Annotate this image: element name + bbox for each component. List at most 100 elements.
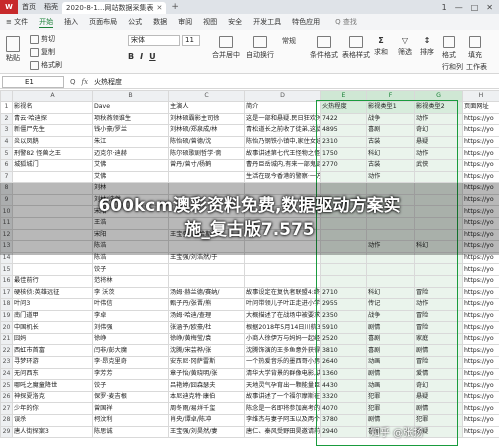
grid-cell[interactable] [414,170,463,184]
grid-cell[interactable]: 朱江 [92,135,169,149]
grid-cell[interactable]: 3320 [320,390,367,404]
grid-cell[interactable]: 2770 [320,158,367,172]
grid-cell[interactable] [320,263,367,276]
grid-cell[interactable]: https://yo [462,402,499,416]
grid-cell[interactable]: https://yo [462,124,499,137]
grid-cell[interactable]: https://yo [462,147,499,160]
grid-cell[interactable]: 悬疑 [414,390,463,404]
grid-cell[interactable]: 囧妈 [12,332,93,346]
grid-cell[interactable]: 2940 [320,425,367,439]
grid-cell[interactable]: 城狐城门 [12,158,93,172]
underline-button[interactable]: U [149,52,156,61]
grid-cell[interactable]: 爱情 [414,367,463,381]
row-header[interactable]: 20 [0,321,13,334]
grid-cell[interactable]: 奇幻 [414,379,463,392]
grid-cell[interactable]: 家庭 [414,332,463,346]
grid-cell[interactable]: 陈思诚 [92,425,169,439]
grid-cell[interactable]: 甄子丹/张晋/熊 [168,298,245,311]
grid-cell[interactable]: 动作 [414,112,463,126]
menu-item[interactable]: 安全 [228,17,242,27]
formula-input[interactable]: 火热程度 [94,77,122,87]
grid-cell[interactable]: 2955 [320,298,367,311]
new-tab-button[interactable]: + [166,2,184,12]
merge-center-button[interactable]: 合并居中 [212,36,240,60]
row-header[interactable]: 26 [0,390,13,404]
grid-cell[interactable]: 1360 [320,367,367,381]
grid-cell[interactable]: 本尼迪克特·康伯 [168,390,245,404]
grid-cell[interactable]: 项秋燕领谁生 [92,112,169,126]
format-button[interactable]: 格式 [442,36,456,60]
row-header[interactable]: 17 [0,286,13,300]
grid-cell[interactable]: 徐峥 [92,332,169,346]
grid-cell[interactable]: 冒险 [414,309,463,323]
menu-item[interactable]: 开发工具 [253,17,281,27]
row-header[interactable]: 4 [0,135,13,149]
grid-cell[interactable]: 4895 [320,124,367,137]
row-header[interactable]: 24 [0,367,13,381]
menu-item[interactable]: 数据 [153,17,167,27]
row-header[interactable]: 6 [0,158,13,172]
grid-cell[interactable]: 影视类型2 [414,101,463,114]
menu-item[interactable]: 页面布局 [89,17,117,27]
grid-cell[interactable]: https://yo [462,286,499,300]
grid-cell[interactable]: 保罗·麦吉根 [92,390,169,404]
grid-cell[interactable]: 喜剧 [366,332,415,346]
grid-cell[interactable]: 火热程度 [320,101,367,114]
grid-cell[interactable]: 影视名 [12,101,93,114]
column-header[interactable]: D [244,90,321,102]
grid-cell[interactable] [168,263,245,276]
grid-cell[interactable]: 范将林 [92,274,169,288]
filter-button[interactable]: ▽ 筛选 [398,36,412,57]
grid-cell[interactable]: 动作 [414,298,463,311]
grid-cell[interactable]: 4070 [320,402,367,416]
grid-cell[interactable] [366,274,415,288]
cut-button[interactable]: 剪切 [30,34,55,44]
grid-cell[interactable]: 叶问带领儿子叶正走进小学,并与张天 [244,298,321,311]
grid-cell[interactable]: 叶伟信 [92,298,169,311]
grid-cell[interactable]: 喜剧 [366,124,415,137]
grid-cell[interactable]: 陈怡乃钢铁小镇中,家住女娃生活,盛衰与 [244,135,321,149]
copy-button[interactable]: 复制 [30,47,55,57]
font-family-select[interactable]: 宋体 [128,35,180,46]
grid-cell[interactable]: https://yo [462,321,499,334]
row-header[interactable]: 15 [0,263,13,276]
grid-cell[interactable]: https://yo [462,332,499,346]
grid-cell[interactable]: 刘林硕/郑泉成/林 [168,124,245,137]
fill-button[interactable]: 填充 [468,36,482,60]
grid-cell[interactable]: https://yo [462,135,499,149]
column-header[interactable]: F [366,90,415,102]
close-window-button[interactable]: ✕ [486,3,493,12]
grid-cell[interactable]: 简介 [244,101,321,114]
column-header[interactable]: E [320,90,367,102]
grid-cell[interactable]: 王宝强/刘昊然/妻 [168,425,245,439]
menu-item[interactable]: 开始 [39,17,54,28]
grid-cell[interactable]: 3780 [320,414,367,427]
wrap-text-button[interactable]: 自动换行 [246,36,274,60]
grid-cell[interactable]: 章子怡/黄晓明/张 [168,367,245,381]
grid-cell[interactable] [320,274,367,288]
bold-button[interactable]: B [128,52,134,61]
grid-cell[interactable] [12,170,93,184]
grid-cell[interactable]: 青松道长之前收了徒弟,这徒儿资质极好, [244,124,321,137]
grid-cell[interactable]: 曹丹巨岳城内,有来一部鬼谜城妖,中国 [244,158,321,172]
row-header[interactable]: 19 [0,309,13,323]
grid-cell[interactable]: https://yo [462,309,499,323]
grid-cell[interactable]: 天地灵气孕育出一颗能量巨大的混元珠 [244,379,321,392]
grid-cell[interactable]: 西虹市首富 [12,344,93,358]
grid-cell[interactable]: 科幻 [366,286,415,300]
grid-cell[interactable]: 生活在现今香港的警察·一方 [244,170,321,184]
grid-cell[interactable]: 柯汶利 [92,414,169,427]
menu-item[interactable]: 视图 [203,17,217,27]
row-header[interactable]: 25 [0,379,13,392]
column-header[interactable]: A [12,90,93,102]
italic-button[interactable]: I [140,52,143,61]
column-header[interactable]: H [462,90,499,102]
grid-cell[interactable]: 1750 [320,147,367,160]
grid-cell[interactable]: 沈腾饰演的王多鱼意外获得了2018爆笑 [244,344,321,358]
grid-cell[interactable]: 神探夏洛克 [12,390,93,404]
minimize-button[interactable]: — [455,3,463,12]
grid-cell[interactable]: 剧情 [366,321,415,334]
grid-cell[interactable]: 大概描述了在战场中被要求在21小时内 [244,309,321,323]
grid-cell[interactable]: https://yo [462,158,499,172]
tab-docer[interactable]: 稻壳 [40,0,62,14]
